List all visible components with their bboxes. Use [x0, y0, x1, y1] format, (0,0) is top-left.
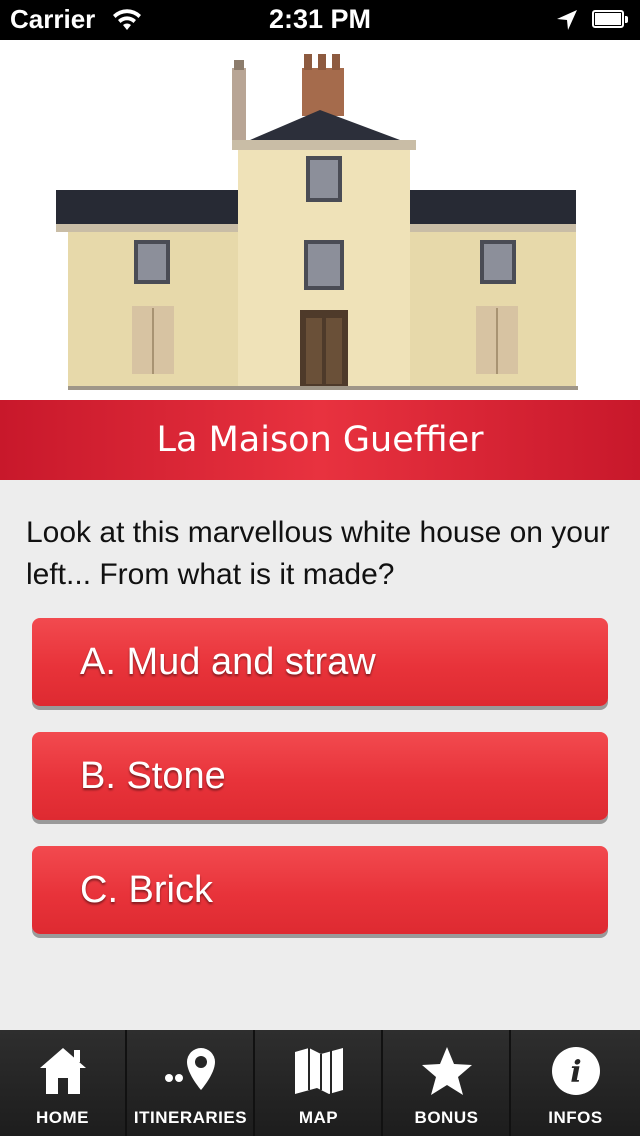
house-illustration — [0, 40, 640, 400]
tab-itineraries[interactable]: ITINERARIES — [128, 1030, 255, 1136]
tab-home-label: HOME — [36, 1108, 89, 1127]
tab-bonus-label: BONUS — [414, 1108, 479, 1127]
tab-bonus[interactable]: BONUS — [384, 1030, 511, 1136]
home-icon — [39, 1048, 86, 1094]
tab-infos[interactable]: i INFOS — [512, 1030, 639, 1136]
answer-button-a[interactable]: A. Mud and straw — [32, 618, 608, 706]
page-title: La Maison Gueffier — [0, 400, 640, 480]
quiz-panel: Look at this marvellous white house on y… — [0, 480, 640, 1030]
star-icon — [421, 1047, 472, 1095]
tab-map-label: MAP — [298, 1108, 339, 1127]
clock: 2:31 PM — [268, 4, 372, 34]
battery-icon — [592, 10, 630, 30]
status-bar: Carrier 2:31 PM — [0, 0, 640, 40]
tab-map[interactable]: MAP — [256, 1030, 383, 1136]
location-arrow-icon — [556, 9, 578, 36]
tab-itineraries-label: ITINERARIES — [133, 1108, 248, 1127]
answer-button-b[interactable]: B. Stone — [32, 732, 608, 820]
quiz-question: Look at this marvellous white house on y… — [26, 516, 610, 591]
svg-text:i: i — [570, 1055, 581, 1090]
itineraries-icon — [164, 1048, 215, 1090]
info-icon: i — [551, 1047, 600, 1095]
tab-infos-label: INFOS — [548, 1108, 603, 1127]
tab-bar: HOME ITINERARIES MAP BONUS i INFOS — [0, 1030, 640, 1136]
answer-button-c[interactable]: C. Brick — [32, 846, 608, 934]
tab-home[interactable]: HOME — [0, 1030, 127, 1136]
map-icon — [294, 1048, 343, 1094]
